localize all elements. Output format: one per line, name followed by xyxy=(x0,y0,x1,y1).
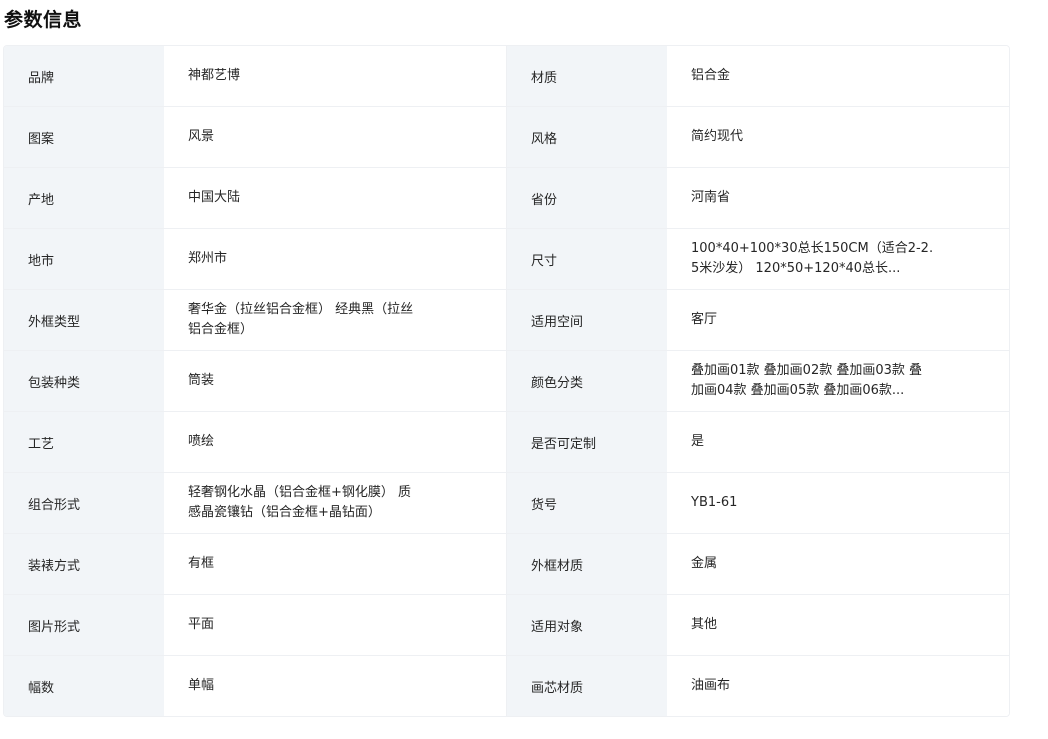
param-value: 中国大陆 xyxy=(164,168,507,228)
table-row: 装裱方式 有框 外框材质 金属 xyxy=(4,534,1009,595)
param-label: 风格 xyxy=(507,107,667,167)
parameter-table: 品牌 神都艺博 材质 铝合金 图案 风景 风格 简约现代 产地 中国大陆 省份 … xyxy=(3,45,1010,717)
param-value: 是 xyxy=(667,412,1009,472)
table-row: 品牌 神都艺博 材质 铝合金 xyxy=(4,46,1009,107)
param-label: 是否可定制 xyxy=(507,412,667,472)
param-value: 金属 xyxy=(667,534,1009,594)
param-value: 客厅 xyxy=(667,290,1009,350)
param-value: 风景 xyxy=(164,107,507,167)
param-value: 油画布 xyxy=(667,656,1009,716)
param-label: 装裱方式 xyxy=(4,534,164,594)
param-label: 适用对象 xyxy=(507,595,667,655)
table-row: 图片形式 平面 适用对象 其他 xyxy=(4,595,1009,656)
param-value: 喷绘 xyxy=(164,412,507,472)
param-value: 平面 xyxy=(164,595,507,655)
param-value: 叠加画01款 叠加画02款 叠加画03款 叠加画04款 叠加画05款 叠加画06… xyxy=(667,351,1009,411)
param-value: 郑州市 xyxy=(164,229,507,289)
param-value: 奢华金（拉丝铝合金框） 经典黑（拉丝铝合金框） xyxy=(164,290,507,350)
param-value: 其他 xyxy=(667,595,1009,655)
table-row: 图案 风景 风格 简约现代 xyxy=(4,107,1009,168)
table-row: 幅数 单幅 画芯材质 油画布 xyxy=(4,656,1009,716)
param-label: 幅数 xyxy=(4,656,164,716)
param-label: 画芯材质 xyxy=(507,656,667,716)
param-label: 颜色分类 xyxy=(507,351,667,411)
param-label: 品牌 xyxy=(4,46,164,106)
table-row: 产地 中国大陆 省份 河南省 xyxy=(4,168,1009,229)
param-label: 产地 xyxy=(4,168,164,228)
param-label: 图案 xyxy=(4,107,164,167)
param-label: 包装种类 xyxy=(4,351,164,411)
param-value: 有框 xyxy=(164,534,507,594)
param-label: 图片形式 xyxy=(4,595,164,655)
param-value: 河南省 xyxy=(667,168,1009,228)
section-title: 参数信息 xyxy=(4,9,83,31)
param-label: 组合形式 xyxy=(4,473,164,533)
param-label: 适用空间 xyxy=(507,290,667,350)
param-value: 简约现代 xyxy=(667,107,1009,167)
param-label: 货号 xyxy=(507,473,667,533)
param-value: 筒装 xyxy=(164,351,507,411)
param-value: YB1-61 xyxy=(667,473,1009,533)
table-row: 包装种类 筒装 颜色分类 叠加画01款 叠加画02款 叠加画03款 叠加画04款… xyxy=(4,351,1009,412)
param-label: 外框材质 xyxy=(507,534,667,594)
param-label: 尺寸 xyxy=(507,229,667,289)
param-value: 100*40+100*30总长150CM（适合2-2.5米沙发） 120*50+… xyxy=(667,229,1009,289)
table-row: 组合形式 轻奢钢化水晶（铝合金框+钢化膜） 质感晶瓷镶钻（铝合金框+晶钻面） 货… xyxy=(4,473,1009,534)
param-value: 神都艺博 xyxy=(164,46,507,106)
param-label: 省份 xyxy=(507,168,667,228)
table-row: 地市 郑州市 尺寸 100*40+100*30总长150CM（适合2-2.5米沙… xyxy=(4,229,1009,290)
param-label: 地市 xyxy=(4,229,164,289)
param-label: 材质 xyxy=(507,46,667,106)
table-row: 外框类型 奢华金（拉丝铝合金框） 经典黑（拉丝铝合金框） 适用空间 客厅 xyxy=(4,290,1009,351)
param-value: 单幅 xyxy=(164,656,507,716)
param-label: 工艺 xyxy=(4,412,164,472)
param-value: 铝合金 xyxy=(667,46,1009,106)
param-label: 外框类型 xyxy=(4,290,164,350)
table-row: 工艺 喷绘 是否可定制 是 xyxy=(4,412,1009,473)
param-value: 轻奢钢化水晶（铝合金框+钢化膜） 质感晶瓷镶钻（铝合金框+晶钻面） xyxy=(164,473,507,533)
